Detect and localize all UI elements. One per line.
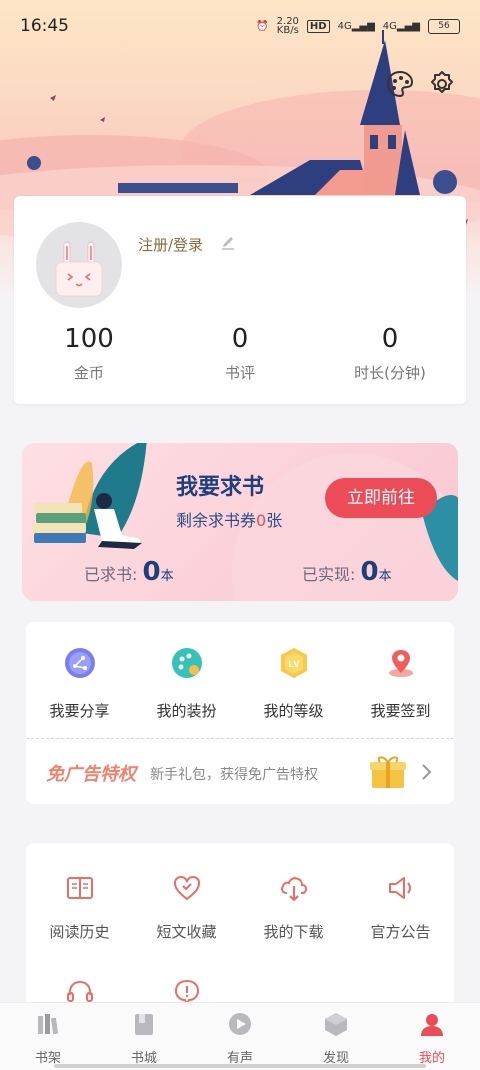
- network-type: 4G: [337, 20, 352, 32]
- request-book-banner[interactable]: 我要求书 剩余求书券0张 立即前往 已求书: 0本 已实现: 0本: [22, 443, 458, 601]
- realized-label: 已实现:: [302, 565, 356, 584]
- requested-count: 已求书: 0本: [84, 557, 174, 587]
- profile-icon: [421, 1014, 443, 1036]
- stat-value: 0: [231, 324, 249, 354]
- tool-downloads[interactable]: 我的下载: [240, 873, 347, 942]
- level-badge-text: LV: [288, 659, 299, 669]
- requested-label: 已求书:: [84, 565, 138, 584]
- settings-gear-icon[interactable]: [426, 68, 458, 100]
- tool-label: 短文收藏: [156, 923, 217, 941]
- request-title: 我要求书: [176, 475, 265, 500]
- alarm-icon: ⏰: [256, 20, 269, 32]
- tab-audio[interactable]: 有声: [192, 1011, 288, 1066]
- audio-icon: [229, 1013, 251, 1035]
- network-type-2: 4G: [382, 20, 397, 32]
- signal-icon: 4G▂▄▆: [337, 20, 375, 32]
- requested-unit: 本: [160, 569, 174, 584]
- avatar[interactable]: [36, 222, 122, 308]
- announcement-icon: [388, 877, 411, 899]
- download-icon: [280, 877, 307, 902]
- stat-coins[interactable]: 100 金币: [14, 324, 164, 383]
- stat-reviews[interactable]: 0 书评: [165, 324, 315, 383]
- adfree-title[interactable]: 免广告特权: [46, 760, 136, 786]
- level-icon: LV: [280, 648, 307, 678]
- palette-icon: [171, 648, 202, 678]
- bookstore-icon: [135, 1014, 153, 1035]
- realized-unit: 本: [378, 569, 392, 584]
- feature-dressup[interactable]: 我的装扮: [133, 646, 240, 721]
- stat-label: 时长(分钟): [354, 364, 426, 382]
- share-icon: [64, 648, 95, 678]
- home-indicator[interactable]: [54, 1064, 426, 1068]
- tool-announcements[interactable]: 官方公告: [347, 873, 454, 942]
- requested-value: 0: [142, 557, 161, 587]
- adfree-subtitle[interactable]: 新手礼包，获得免广告特权: [150, 764, 318, 784]
- tab-bookshelf[interactable]: 书架: [0, 1011, 96, 1066]
- checkin-icon: [388, 650, 413, 677]
- realized-value: 0: [360, 557, 379, 587]
- tab-bookstore[interactable]: 书城: [96, 1011, 192, 1066]
- feature-label: 我要分享: [49, 702, 110, 720]
- request-remaining: 剩余求书券0张: [176, 507, 282, 531]
- bottom-tab-bar: 书架 书城 有声 发现 我的: [0, 1002, 480, 1070]
- feature-checkin[interactable]: 我要签到: [347, 646, 454, 721]
- bookshelf-icon: [38, 1014, 59, 1035]
- stat-value: 0: [381, 324, 399, 354]
- battery-icon: 56: [428, 18, 460, 34]
- tab-mine[interactable]: 我的: [384, 1011, 480, 1066]
- status-indicators: ⏰ 2.20 KB/s HD 4G▂▄▆ 4G▂▄▆ 56: [256, 17, 460, 36]
- feature-level[interactable]: LV 我的等级: [240, 646, 347, 721]
- feature-label: 我要签到: [370, 702, 431, 720]
- theme-palette-icon[interactable]: [384, 68, 416, 100]
- feature-share[interactable]: 我要分享: [26, 646, 133, 721]
- profile-card: 注册/登录 100 金币 0 书评 0 时长(分钟): [14, 196, 466, 404]
- hd-badge: HD: [306, 19, 330, 33]
- heart-icon: [173, 875, 200, 901]
- tool-label: 官方公告: [370, 923, 431, 941]
- network-speed: 2.20 KB/s: [276, 17, 299, 36]
- bunny-avatar-icon: [55, 241, 103, 297]
- stat-label: 金币: [73, 364, 104, 382]
- tool-reading-history[interactable]: 阅读历史: [26, 873, 133, 942]
- discover-icon: [325, 1013, 347, 1036]
- feature-label: 我的等级: [263, 702, 324, 720]
- history-icon: [66, 877, 93, 899]
- tab-discover[interactable]: 发现: [288, 1011, 384, 1066]
- edit-pencil-icon[interactable]: [220, 234, 236, 250]
- stat-reading-time[interactable]: 0 时长(分钟): [315, 324, 465, 383]
- stat-value: 100: [64, 324, 114, 354]
- remaining-suffix: 张: [266, 511, 283, 530]
- tool-label: 阅读历史: [49, 923, 110, 941]
- signal-icon-2: 4G▂▄▆: [382, 20, 420, 32]
- status-time: 16:45: [20, 16, 69, 36]
- status-bar: 16:45 ⏰ 2.20 KB/s HD 4G▂▄▆ 4G▂▄▆ 56: [0, 0, 480, 52]
- features-card: 我要分享 我的装扮 LV 我的等级 我要签到 免广告特权 新手礼包，获得免广告特…: [26, 622, 454, 804]
- tool-label: 我的下载: [263, 923, 324, 941]
- remaining-prefix: 剩余求书券: [176, 511, 257, 530]
- gift-box-icon: [370, 756, 406, 788]
- speed-unit: KB/s: [276, 25, 299, 36]
- tool-short-favorites[interactable]: 短文收藏: [133, 873, 240, 942]
- feature-label: 我的装扮: [156, 702, 217, 720]
- realized-count: 已实现: 0本: [302, 557, 392, 587]
- remaining-count: 0: [256, 511, 267, 530]
- chevron-right-icon[interactable]: [420, 763, 432, 781]
- register-login-link[interactable]: 注册/登录: [138, 234, 203, 255]
- go-now-button[interactable]: 立即前往: [325, 478, 437, 518]
- divider: [26, 738, 454, 739]
- stat-label: 书评: [224, 364, 255, 382]
